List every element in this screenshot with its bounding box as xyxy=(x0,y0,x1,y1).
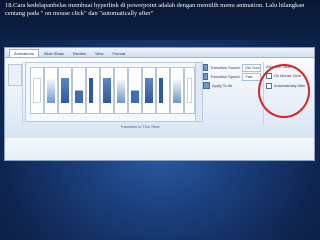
transition-thumbnail[interactable] xyxy=(184,67,195,114)
transition-sound-label: Transition Sound: xyxy=(210,65,241,70)
tab-review[interactable]: Review xyxy=(69,50,90,57)
preview-button[interactable] xyxy=(8,64,22,86)
transition-thumbnail[interactable] xyxy=(170,67,184,114)
tab-slide-show[interactable]: Slide Show xyxy=(40,50,68,57)
ribbon-lower-area xyxy=(5,138,314,160)
transition-thumbnail[interactable] xyxy=(100,67,114,114)
group-separator xyxy=(22,62,23,124)
transition-gallery xyxy=(25,62,203,122)
transition-thumbnail[interactable] xyxy=(86,67,100,114)
tab-animations[interactable]: Animations xyxy=(9,49,39,57)
transition-speed-label: Transition Speed: xyxy=(210,74,241,79)
transition-options: Transition Sound: [No Sound] Transition … xyxy=(203,63,261,90)
tab-view[interactable]: View xyxy=(91,50,108,57)
transition-thumbnail[interactable] xyxy=(142,67,156,114)
speaker-icon xyxy=(203,64,209,71)
transition-thumbnail[interactable] xyxy=(156,67,170,114)
apply-all-icon xyxy=(203,82,210,89)
speed-icon xyxy=(203,73,209,80)
tab-format[interactable]: Format xyxy=(109,50,130,57)
ribbon-tabs: Animations Slide Show Review View Format xyxy=(5,48,314,58)
highlight-circle xyxy=(258,64,310,118)
transition-thumbnail[interactable] xyxy=(44,67,58,114)
animations-ribbon: Transition Sound: [No Sound] Transition … xyxy=(5,58,314,138)
transition-thumbnail[interactable] xyxy=(128,67,142,114)
gallery-group-label: Transition to This Slide xyxy=(120,124,160,129)
apply-to-all-label: Apply To All xyxy=(212,83,233,88)
ribbon-screenshot: Animations Slide Show Review View Format xyxy=(4,47,315,161)
transition-thumbnail[interactable] xyxy=(114,67,128,114)
transition-speed-row: Transition Speed: Fast xyxy=(203,72,261,81)
transition-sound-select[interactable]: [No Sound] xyxy=(242,63,261,72)
gallery-scrollbar[interactable] xyxy=(195,63,202,121)
transition-speed-select[interactable]: Fast xyxy=(242,72,261,81)
slide-caption: 18.Cara kedelapanbelas membuat hyperlink… xyxy=(5,2,305,18)
transition-thumbnail[interactable] xyxy=(58,67,72,114)
transition-sound-row: Transition Sound: [No Sound] xyxy=(203,63,261,72)
transition-thumbnail[interactable] xyxy=(72,67,86,114)
transition-thumbnail[interactable] xyxy=(30,67,44,114)
apply-to-all-button[interactable]: Apply To All xyxy=(203,81,261,90)
